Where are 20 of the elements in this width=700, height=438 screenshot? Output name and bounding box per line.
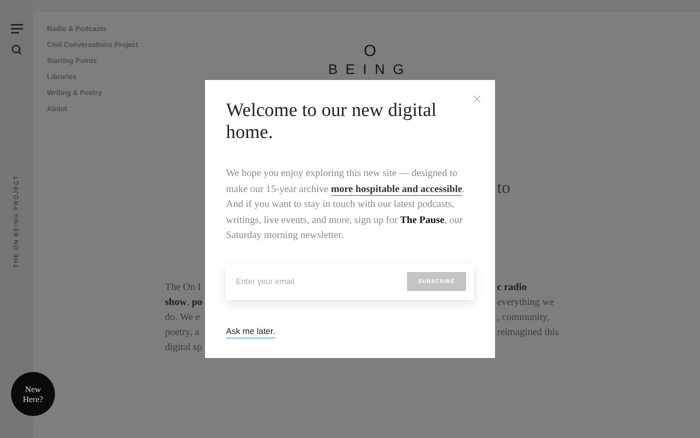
- paragraph-fragment: do. We e: [165, 311, 201, 325]
- email-field[interactable]: Enter your email: [234, 276, 384, 287]
- close-icon[interactable]: [471, 93, 483, 105]
- text-link[interactable]: more hospitable and accessible: [330, 184, 462, 196]
- ask-later-link[interactable]: Ask me later.: [226, 326, 276, 338]
- paragraph-fragment: poetry, a: [165, 326, 200, 340]
- logo-mark: O: [364, 44, 376, 60]
- paragraph-fragment: , community,: [497, 311, 550, 325]
- paragraph-fragment: show, po: [165, 296, 204, 310]
- dialog-title: Welcome to our new digital home.: [226, 100, 438, 144]
- paragraph-fragment: The On I: [165, 281, 202, 295]
- dialog-text: We hope you enjoy exploring this new site — designed to make our 15-year archive more hospitable and accessible. And if you want to stay in touch with our latest podcasts, writings, live events, and more, sign up for The Pause, our Saturday morning newsletter.: [226, 167, 466, 243]
- logo-wordmark: BEING: [328, 61, 412, 77]
- paragraph-fragment: digital sp: [165, 341, 203, 355]
- paragraph-fragment: reimagined this: [497, 326, 560, 340]
- paragraph-fragment: c radio: [497, 281, 528, 295]
- search-icon[interactable]: [11, 44, 22, 55]
- paragraph-fragment: everything we: [497, 296, 555, 310]
- menu-icon[interactable]: [10, 24, 22, 34]
- heading-fragment: to: [497, 178, 512, 198]
